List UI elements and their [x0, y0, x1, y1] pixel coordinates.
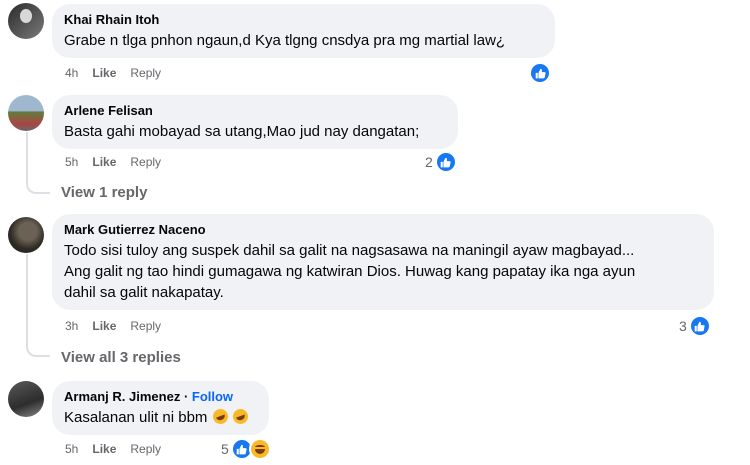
comment-time[interactable]: 5h [65, 442, 78, 456]
comment-text-body: Kasalanan ulit ni bbm [64, 409, 208, 426]
view-replies-link[interactable]: View 1 reply [61, 184, 147, 201]
comment-actions: 3h Like Reply [65, 319, 161, 333]
avatar[interactable] [8, 217, 44, 253]
laughing-emoji-icon [210, 406, 230, 427]
comment-text-line: Todo sisi tuloy ang suspek dahil sa gali… [64, 242, 635, 259]
comment-text: Todo sisi tuloy ang suspek dahil sa gali… [64, 240, 702, 303]
reaction-summary[interactable] [529, 62, 551, 84]
reply-button[interactable]: Reply [130, 155, 161, 169]
comment-actions: 5h Like Reply [65, 155, 161, 169]
laughing-emoji-icon [230, 406, 250, 427]
reply-button[interactable]: Reply [130, 319, 161, 333]
reaction-summary[interactable]: 2 [425, 151, 457, 173]
comment-text: Basta gahi mobayad sa utang,Mao jud nay … [64, 123, 420, 140]
like-button[interactable]: Like [92, 319, 116, 333]
comment-bubble: Armanj R. Jimenez · Follow Kasalanan uli… [52, 381, 269, 435]
comment-author[interactable]: Armanj R. Jimenez [64, 389, 180, 404]
thread-line [26, 254, 28, 343]
comment-time[interactable]: 3h [65, 319, 78, 333]
comment-bubble: Mark Gutierrez Naceno Todo sisi tuloy an… [52, 214, 714, 310]
reaction-count: 2 [425, 154, 433, 170]
like-button[interactable]: Like [92, 442, 116, 456]
avatar[interactable] [8, 3, 44, 39]
comment-author[interactable]: Arlene Felisan [64, 103, 446, 119]
like-reaction-icon [688, 315, 711, 337]
comment-text-line: Ang galit ng tao hindi gumagawa ng katwi… [64, 263, 636, 280]
comment-author[interactable]: Khai Rhain Itoh [64, 12, 543, 28]
like-reaction-icon [529, 62, 551, 84]
comment-author[interactable]: Mark Gutierrez Naceno [64, 222, 702, 238]
comment-author-line: Armanj R. Jimenez · Follow [64, 389, 257, 405]
thread-connector [26, 178, 50, 194]
reply-button[interactable]: Reply [130, 66, 161, 80]
comment-text: Grabe n tlga pnhon ngaun,d Kya tlgng cns… [64, 32, 506, 49]
comment-text: Kasalanan ulit ni bbm [64, 406, 257, 428]
reaction-summary[interactable]: 3 [679, 315, 711, 337]
reply-button[interactable]: Reply [130, 442, 161, 456]
avatar[interactable] [8, 381, 44, 417]
avatar[interactable] [8, 95, 44, 131]
comment-time[interactable]: 5h [65, 155, 78, 169]
haha-reaction-icon [248, 438, 271, 460]
name-separator: · [180, 389, 192, 404]
like-button[interactable]: Like [92, 66, 116, 80]
reaction-summary[interactable]: 5 [221, 438, 271, 460]
comment-actions: 4h Like Reply [65, 66, 161, 80]
thread-connector [26, 341, 50, 357]
view-replies-link[interactable]: View all 3 replies [61, 349, 181, 366]
comment-actions: 5h Like Reply [65, 442, 161, 456]
comment-bubble: Khai Rhain Itoh Grabe n tlga pnhon ngaun… [52, 4, 555, 58]
reaction-count: 3 [679, 318, 687, 334]
thread-line [26, 132, 28, 180]
comment-text-line: dahil sa galit nakapatay. [64, 284, 224, 301]
reaction-count: 5 [221, 441, 229, 457]
like-reaction-icon [434, 151, 457, 173]
comment-time[interactable]: 4h [65, 66, 78, 80]
comment-bubble: Arlene Felisan Basta gahi mobayad sa uta… [52, 95, 458, 149]
like-button[interactable]: Like [92, 155, 116, 169]
follow-button[interactable]: Follow [192, 389, 233, 404]
